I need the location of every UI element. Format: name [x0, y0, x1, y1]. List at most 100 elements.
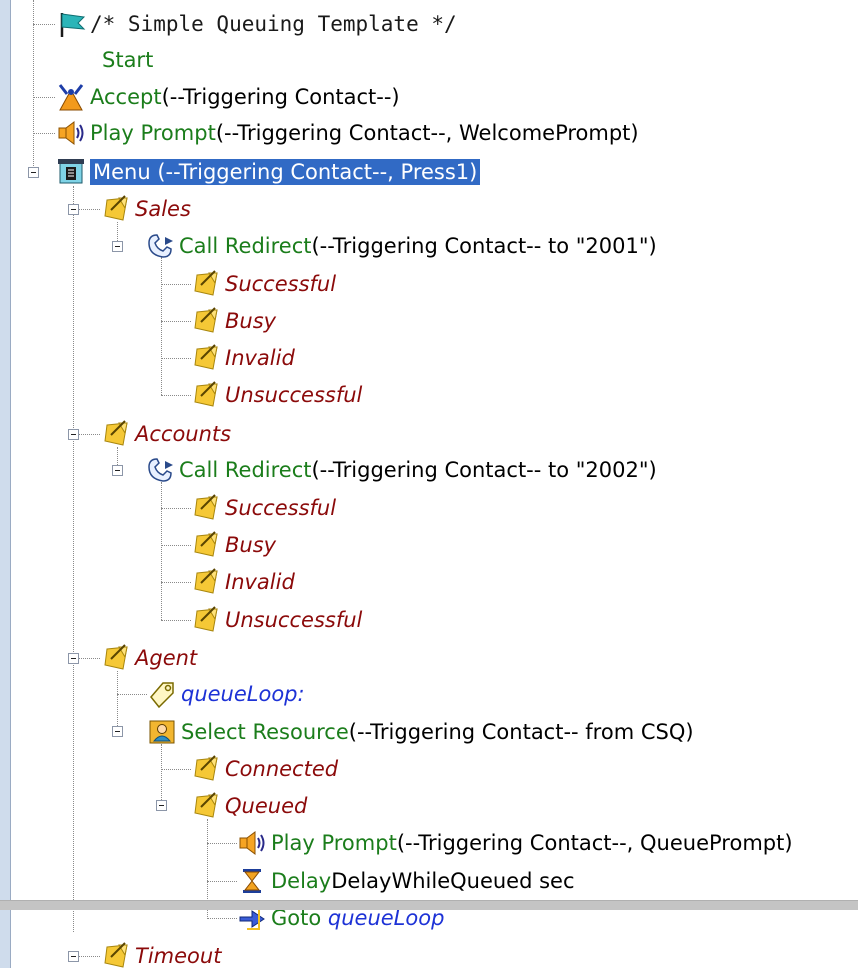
branch-label-connected: Connected	[225, 757, 339, 781]
tree-line	[161, 582, 191, 583]
tree-line	[161, 395, 191, 396]
tree-line	[73, 186, 74, 932]
script-tree: /* Simple Queuing Template */ Start Acce…	[0, 0, 858, 968]
tree-line	[161, 321, 191, 322]
tree-line	[161, 284, 191, 285]
branch-label: Unsuccessful	[225, 608, 363, 632]
branch-label-accounts: Accounts	[135, 422, 232, 446]
collapse-toggle-accounts[interactable]	[68, 429, 79, 440]
collapse-toggle-accounts-redirect[interactable]	[112, 465, 123, 476]
queue-prompt-args: (--Triggering Contact--, QueuePrompt)	[396, 831, 793, 855]
flag-icon	[60, 13, 86, 37]
branch-label-queued: Queued	[225, 794, 308, 818]
label-tag-icon	[150, 682, 174, 709]
collapse-toggle-timeout[interactable]	[68, 951, 79, 962]
accept-step-args: (--Triggering Contact--)	[161, 85, 400, 109]
horizontal-scrollbar[interactable]	[0, 900, 858, 910]
tree-line	[161, 545, 191, 546]
tree-node-accounts[interactable]: Accounts	[101, 417, 231, 451]
tree-node-branch[interactable]: Successful	[191, 491, 336, 525]
tree-line	[207, 881, 237, 882]
tree-line	[161, 508, 191, 509]
branch-label: Busy	[225, 309, 277, 333]
tree-line	[78, 658, 100, 659]
branch-tag-icon	[191, 343, 221, 373]
accept-step-label: Accept	[90, 85, 162, 109]
branch-label-sales: Sales	[135, 197, 191, 221]
queueloop-label-text: queueLoop:	[181, 682, 305, 706]
tree-node-branch[interactable]: Busy	[191, 304, 276, 338]
branch-label-agent: Agent	[135, 646, 198, 670]
collapse-toggle-select-resource[interactable]	[112, 726, 123, 737]
comment-text: /* Simple Queuing Template */	[90, 12, 457, 36]
call-redirect-args: (--Triggering Contact-- to "2001")	[311, 234, 657, 258]
branch-tag-icon	[101, 941, 131, 971]
tree-node-menu[interactable]: Menu (--Triggering Contact--, Press1)	[56, 155, 481, 189]
collapse-toggle-sales[interactable]	[68, 204, 79, 215]
tree-line	[207, 918, 237, 919]
select-resource-args: (--Triggering Contact-- from CSQ)	[348, 720, 694, 744]
branch-tag-icon	[101, 194, 131, 224]
agent-resource-icon	[149, 720, 175, 744]
tree-line	[33, 0, 34, 172]
branch-label: Invalid	[225, 346, 295, 370]
collapse-toggle-sales-redirect[interactable]	[112, 241, 123, 252]
branch-label: Busy	[225, 533, 277, 557]
tree-node-play-prompt[interactable]: Play Prompt (--Triggering Contact--, Wel…	[56, 116, 639, 150]
select-resource-label: Select Resource	[181, 720, 349, 744]
tree-node-queued[interactable]: Queued	[191, 789, 307, 823]
tree-node-branch[interactable]: Busy	[191, 528, 276, 562]
branch-tag-icon	[191, 530, 221, 560]
tree-node-branch[interactable]: Unsuccessful	[191, 378, 362, 412]
play-prompt-label: Play Prompt	[90, 121, 216, 145]
branch-label: Successful	[225, 272, 337, 296]
tree-line	[33, 24, 55, 25]
tree-node-select-resource[interactable]: Select Resource (--Triggering Contact-- …	[147, 715, 694, 749]
collapse-toggle-queued[interactable]	[156, 800, 167, 811]
tree-line	[161, 482, 162, 620]
tree-node-comment[interactable]: /* Simple Queuing Template */	[56, 7, 457, 41]
tree-node-branch[interactable]: Invalid	[191, 565, 295, 599]
call-redirect-icon	[145, 231, 175, 261]
call-redirect-label: Call Redirect	[179, 458, 312, 482]
play-prompt-args: (--Triggering Contact--, WelcomePrompt)	[215, 121, 639, 145]
tree-line	[33, 133, 55, 134]
tree-line	[161, 744, 162, 806]
queue-prompt-label: Play Prompt	[271, 831, 397, 855]
branch-tag-icon	[191, 269, 221, 299]
tree-line	[78, 434, 100, 435]
branch-tag-icon	[191, 380, 221, 410]
branch-tag-icon	[191, 754, 221, 784]
branch-tag-icon	[191, 605, 221, 635]
menu-step-label: Menu (--Triggering Contact--, Press1)	[90, 159, 481, 185]
tree-node-branch[interactable]: Unsuccessful	[191, 603, 362, 637]
tree-node-queueloop-label[interactable]: queueLoop:	[147, 677, 305, 711]
tree-node-agent[interactable]: Agent	[101, 641, 197, 675]
tree-node-connected[interactable]: Connected	[191, 752, 338, 786]
tree-node-queue-prompt[interactable]: Play Prompt (--Triggering Contact--, Que…	[237, 826, 793, 860]
collapse-toggle-menu[interactable]	[28, 167, 39, 178]
tree-node-delay[interactable]: Delay DelayWhileQueued sec	[237, 864, 575, 898]
tree-node-branch[interactable]: Successful	[191, 267, 336, 301]
tree-node-call-redirect-accounts[interactable]: Call Redirect (--Triggering Contact-- to…	[145, 453, 657, 487]
tree-node-branch[interactable]: Invalid	[191, 341, 295, 375]
branch-tag-icon	[191, 791, 221, 821]
tree-line	[78, 956, 100, 957]
tree-node-sales[interactable]: Sales	[101, 192, 191, 226]
tree-line	[207, 843, 237, 844]
collapse-toggle-agent[interactable]	[68, 653, 79, 664]
branch-tag-icon	[191, 493, 221, 523]
branch-tag-icon	[191, 306, 221, 336]
menu-icon	[58, 159, 84, 184]
delay-label: Delay	[271, 869, 332, 893]
tree-node-call-redirect-sales[interactable]: Call Redirect (--Triggering Contact-- to…	[145, 229, 657, 263]
branch-label-timeout: Timeout	[135, 944, 222, 968]
tree-line	[161, 257, 162, 395]
tree-node-accept[interactable]: Accept (--Triggering Contact--)	[56, 80, 400, 114]
start-label: Start	[102, 48, 154, 72]
tree-node-start[interactable]: Start	[102, 43, 153, 77]
tree-line	[117, 671, 118, 732]
tree-line	[33, 97, 55, 98]
branch-label: Unsuccessful	[225, 383, 363, 407]
accept-icon	[58, 84, 84, 111]
